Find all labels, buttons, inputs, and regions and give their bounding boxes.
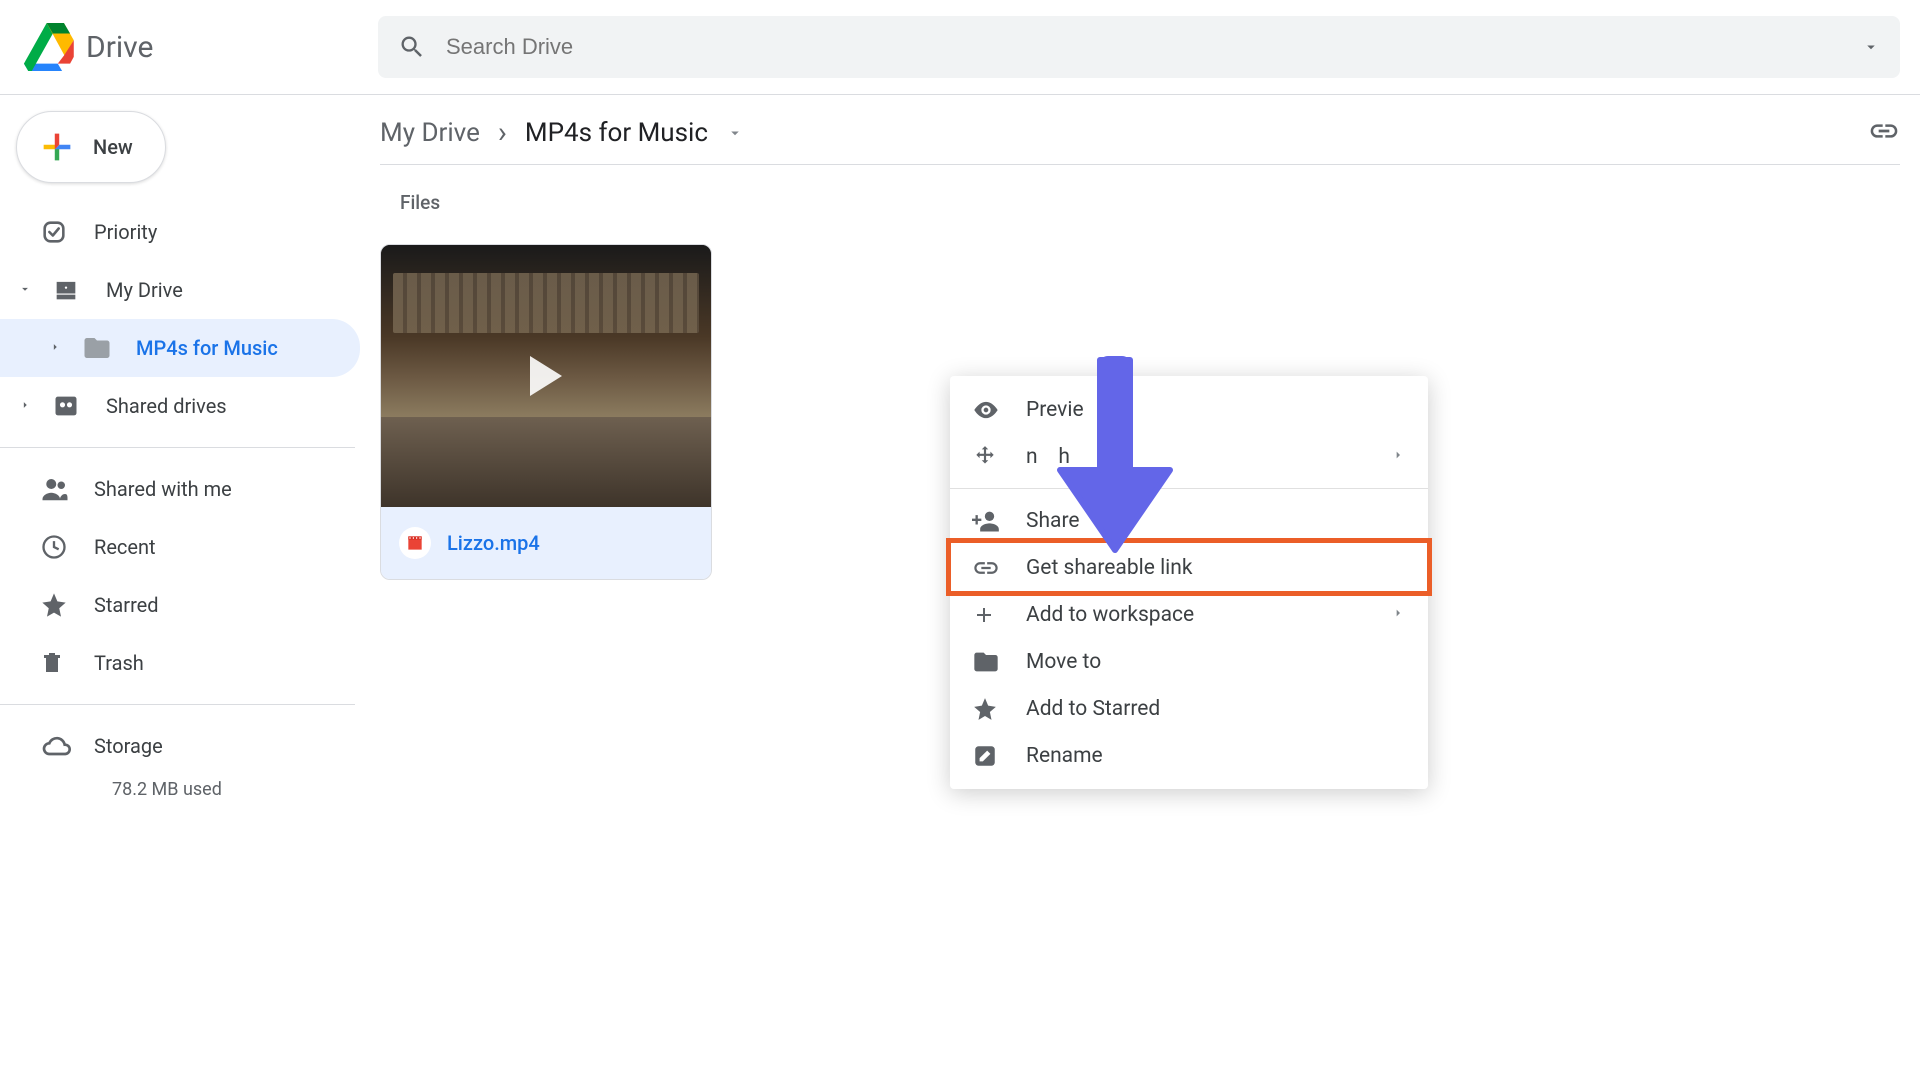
clock-icon <box>40 533 68 561</box>
menu-add-workspace[interactable]: Add to workspace <box>950 591 1428 638</box>
breadcrumb-current[interactable]: MP4s for Music <box>525 118 708 148</box>
breadcrumb-row: My Drive › MP4s for Music <box>380 95 1900 165</box>
person-add-icon <box>972 507 1000 535</box>
link-icon <box>1868 115 1900 147</box>
search-input[interactable] <box>446 34 1862 60</box>
sidebar-item-label: Recent <box>94 535 156 559</box>
sidebar-item-label: Shared drives <box>106 394 227 418</box>
sidebar-item-recent[interactable]: Recent <box>0 518 360 576</box>
sidebar-item-label: Starred <box>94 593 159 617</box>
sidebar-nav: Priority My Drive MP4s for Music Shared … <box>0 203 360 800</box>
sidebar-item-storage[interactable]: Storage <box>0 717 360 775</box>
caret-right-icon <box>18 398 32 412</box>
chevron-right-icon: › <box>498 115 507 150</box>
star-icon <box>972 696 998 722</box>
menu-label: Get shareable link <box>1026 556 1193 580</box>
menu-share[interactable]: Share <box>950 497 1428 544</box>
menu-add-starred[interactable]: Add to Starred <box>950 685 1428 732</box>
menu-label: Share <box>1026 509 1080 533</box>
menu-preview[interactable]: Previe <box>950 386 1428 433</box>
plus-icon <box>972 603 996 627</box>
sidebar-item-label: Shared with me <box>94 477 232 501</box>
sidebar-item-trash[interactable]: Trash <box>0 634 360 692</box>
pencil-icon <box>972 743 998 769</box>
file-name: Lizzo.mp4 <box>447 531 540 555</box>
file-thumbnail <box>381 245 711 507</box>
plus-icon <box>37 127 77 167</box>
new-button[interactable]: New <box>16 111 166 183</box>
video-file-icon <box>399 527 431 559</box>
menu-label: Move to <box>1026 650 1101 674</box>
chevron-right-icon <box>1390 605 1406 621</box>
search-bar[interactable] <box>378 16 1900 78</box>
eye-icon <box>972 396 1000 424</box>
people-icon <box>40 474 70 504</box>
sidebar-item-mydrive[interactable]: My Drive <box>0 261 360 319</box>
drive-logo-icon <box>20 23 74 71</box>
content: My Drive › MP4s for Music Files <box>360 95 1920 1077</box>
menu-move-to[interactable]: Move to <box>950 638 1428 685</box>
folder-icon <box>82 333 112 363</box>
sidebar-item-label: Storage <box>94 734 163 758</box>
sidebar-item-priority[interactable]: Priority <box>0 203 360 261</box>
sidebar-item-shared-drives[interactable]: Shared drives <box>0 377 360 435</box>
sidebar-item-label: MP4s for Music <box>136 336 278 360</box>
divider <box>0 447 355 448</box>
caret-down-icon <box>18 282 32 296</box>
shared-drive-icon <box>52 392 80 420</box>
menu-label: Add to workspace <box>1026 603 1194 627</box>
breadcrumb: My Drive › MP4s for Music <box>380 115 744 150</box>
sidebar-item-shared-with-me[interactable]: Shared with me <box>0 460 360 518</box>
search-options-icon[interactable] <box>1862 38 1880 56</box>
app-name: Drive <box>86 30 153 65</box>
storage-used-text: 78.2 MB used <box>0 779 360 800</box>
menu-label: n h <box>1026 445 1070 469</box>
context-menu: Previe n h Share Get shareable link Add … <box>950 376 1428 789</box>
logo-section[interactable]: Drive <box>20 23 378 71</box>
priority-icon <box>40 218 68 246</box>
get-link-button[interactable] <box>1868 115 1900 151</box>
menu-get-shareable-link[interactable]: Get shareable link <box>950 544 1428 591</box>
cloud-icon <box>40 730 72 762</box>
caret-right-icon <box>48 340 62 354</box>
sidebar: New Priority My Drive MP4s for Music Sha… <box>0 95 360 1077</box>
trash-icon <box>40 649 64 677</box>
menu-label: Previe <box>1026 398 1084 422</box>
breadcrumb-root[interactable]: My Drive <box>380 118 480 148</box>
play-icon <box>530 356 562 396</box>
sidebar-item-label: My Drive <box>106 278 183 302</box>
menu-label: Rename <box>1026 744 1103 768</box>
menu-divider <box>950 488 1428 489</box>
star-icon <box>40 591 68 619</box>
sidebar-item-label: Trash <box>94 651 144 675</box>
header: Drive <box>0 0 1920 95</box>
files-section-label: Files <box>400 191 1900 214</box>
new-button-label: New <box>93 135 133 159</box>
link-icon <box>972 554 1000 582</box>
file-footer: Lizzo.mp4 <box>381 507 711 579</box>
chevron-right-icon <box>1390 447 1406 463</box>
folder-move-icon <box>972 648 1000 676</box>
move-arrows-icon <box>972 444 998 470</box>
search-icon <box>398 33 426 61</box>
sidebar-item-starred[interactable]: Starred <box>0 576 360 634</box>
main: New Priority My Drive MP4s for Music Sha… <box>0 95 1920 1077</box>
menu-label: Add to Starred <box>1026 697 1160 721</box>
file-card[interactable]: Lizzo.mp4 <box>380 244 712 580</box>
menu-open-with[interactable]: n h <box>950 433 1428 480</box>
hard-drive-icon <box>52 276 80 304</box>
divider <box>0 704 355 705</box>
caret-down-icon[interactable] <box>726 124 744 142</box>
sidebar-item-mp4s[interactable]: MP4s for Music <box>0 319 360 377</box>
menu-rename[interactable]: Rename <box>950 732 1428 779</box>
sidebar-item-label: Priority <box>94 220 157 244</box>
